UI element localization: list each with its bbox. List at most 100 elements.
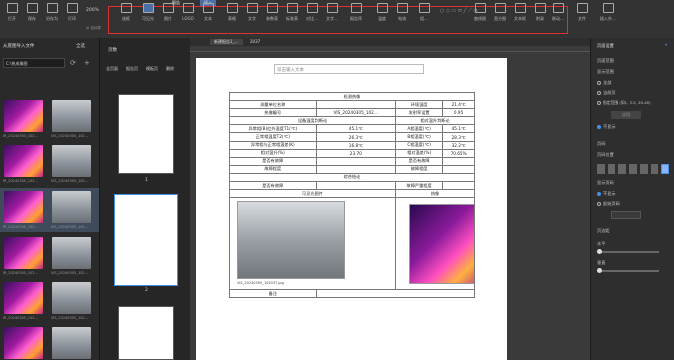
thumb-11[interactable] xyxy=(4,327,43,359)
text-tool[interactable]: 文本 xyxy=(198,3,218,22)
page-thumb-2[interactable] xyxy=(114,194,178,286)
open-button[interactable]: 打开 xyxy=(2,3,22,22)
thermal-photo[interactable] xyxy=(409,204,474,285)
zoom-select[interactable]: 200% xyxy=(86,8,99,13)
cell[interactable]: 70.65% xyxy=(442,148,475,158)
visible-photo[interactable] xyxy=(237,201,345,280)
apply-button[interactable]: 应用 xyxy=(611,111,641,119)
standard-table-tool[interactable]: 标准表 xyxy=(282,3,302,22)
cell[interactable]: 26.3℃ xyxy=(315,132,397,142)
thumb-1[interactable] xyxy=(4,100,43,132)
thumb-6[interactable] xyxy=(52,191,91,223)
page-thumb-1[interactable] xyxy=(118,94,174,174)
radio-no-show[interactable]: 不显示 xyxy=(597,191,616,197)
all-pages-button[interactable]: 全页面 xyxy=(106,66,118,72)
cell[interactable]: 设备温度判断论 xyxy=(228,116,397,126)
cell[interactable]: 45.1℃ xyxy=(442,124,475,134)
cell[interactable]: 故障程度 xyxy=(229,164,317,174)
print-button[interactable]: 打印 xyxy=(62,3,82,22)
appendix-tool[interactable]: 附录 xyxy=(530,3,550,22)
thumb-8[interactable] xyxy=(52,237,91,269)
radio-no-display[interactable]: 不显示 xyxy=(597,124,616,130)
report-page-button[interactable]: 报告页 xyxy=(126,66,138,72)
cell[interactable]: 故障程度 xyxy=(395,164,444,174)
insert-external-button[interactable]: 插入外… xyxy=(594,3,622,22)
refresh-icon[interactable]: ⟳ xyxy=(70,59,76,67)
cell[interactable] xyxy=(315,100,397,110)
report-order-tool[interactable]: 报告序 xyxy=(346,3,366,22)
pos-option[interactable] xyxy=(618,164,627,174)
cell[interactable]: 是否有故障 xyxy=(229,156,317,166)
cell[interactable]: 异常相(B)红外温度T1(℃) xyxy=(229,124,317,134)
cell[interactable]: 32.2℃ xyxy=(442,140,475,150)
textbox-tool[interactable]: 文本框 xyxy=(510,3,530,22)
vertical-slider-handle[interactable] xyxy=(597,268,602,273)
cell[interactable]: 28.3℃ xyxy=(442,132,475,142)
thumb-7[interactable] xyxy=(4,237,43,269)
text-ops-tool[interactable]: 文字… xyxy=(322,3,342,22)
group-tool[interactable]: 组… xyxy=(414,3,434,22)
pos-option[interactable] xyxy=(597,164,605,174)
param-table-tool[interactable]: 参数表 xyxy=(262,3,282,22)
add-icon[interactable]: + xyxy=(84,59,90,67)
report-table[interactable]: 检测热像 测量单位名称 环境温度 21.4℃ 热像编号 VIS_20240305_10… xyxy=(228,91,476,299)
table-tool[interactable]: 表格 xyxy=(222,3,242,22)
save-as-button[interactable]: 另存为 xyxy=(42,3,62,22)
cell[interactable]: 16.8℃ xyxy=(315,140,397,150)
delete-page-button[interactable]: 删除 xyxy=(166,66,174,72)
collapse-icon[interactable]: ▾ xyxy=(665,42,667,47)
vertical-slider-track[interactable] xyxy=(597,270,659,272)
cell[interactable]: 发射率设置 xyxy=(395,108,444,118)
notes-cell[interactable] xyxy=(315,289,476,299)
file-button[interactable]: 文件 xyxy=(572,3,592,22)
words-tool[interactable]: 文字 xyxy=(242,3,262,22)
radio-current[interactable]: 当前页 xyxy=(597,90,616,96)
cell[interactable]: C相温度(℃) xyxy=(395,140,444,150)
thumb-4[interactable] xyxy=(52,145,91,177)
cell[interactable]: 正常相温度T2(℃) xyxy=(229,132,317,142)
path-input[interactable]: C:\热成像图 xyxy=(3,58,65,68)
thumb-3[interactable] xyxy=(4,145,43,177)
radio-custom[interactable]: 指定范围 (如1, 3-5, 20-40) xyxy=(597,100,651,106)
cell[interactable]: 故障严重程度 xyxy=(395,181,444,191)
header-text-input[interactable]: 双击输入文本 xyxy=(274,64,424,74)
cell[interactable]: 是否有故障 xyxy=(395,156,444,166)
horizontal-slider-handle[interactable] xyxy=(597,249,602,254)
thumb-2[interactable] xyxy=(52,100,91,132)
cell[interactable] xyxy=(315,181,397,191)
cell[interactable] xyxy=(442,164,475,174)
histogram-tool[interactable]: 直方图 xyxy=(490,3,510,22)
pos-option-selected[interactable] xyxy=(661,164,669,174)
cell[interactable] xyxy=(442,156,475,166)
visible-light-tool[interactable]: 可见光 xyxy=(138,3,158,22)
doc-tab[interactable]: 新建报告1_… xyxy=(210,39,243,45)
thumb-10[interactable] xyxy=(52,282,91,314)
cell[interactable]: 是否有故障 xyxy=(229,181,317,191)
temperature-tool[interactable]: 温度 xyxy=(372,3,392,22)
cell[interactable]: A相温度(℃) xyxy=(395,124,444,134)
cell[interactable]: 热像编号 xyxy=(229,108,317,118)
cell[interactable]: 0.95 xyxy=(442,108,475,118)
select-tool[interactable]: 选框 xyxy=(116,3,136,22)
cell[interactable]: 异常相与正常相温差(K) xyxy=(229,140,317,150)
current-tool[interactable]: 电流 xyxy=(392,3,412,22)
thumb-12[interactable] xyxy=(52,327,91,359)
cell[interactable] xyxy=(442,181,475,191)
first-page-input[interactable] xyxy=(611,211,641,219)
cell[interactable]: 测量单位名称 xyxy=(229,100,317,110)
page-thumb-3[interactable] xyxy=(118,306,174,360)
cell[interactable]: 相对温升(%) xyxy=(229,148,317,158)
cell[interactable]: 环境温度 xyxy=(395,100,444,110)
radio-all[interactable]: 全部 xyxy=(597,80,611,86)
cell[interactable]: 相对温差(%) xyxy=(395,148,444,158)
cell[interactable]: B相温度(℃) xyxy=(395,132,444,142)
cell[interactable]: 45.1℃ xyxy=(315,124,397,134)
horizontal-slider-track[interactable] xyxy=(597,251,659,253)
pos-option[interactable] xyxy=(607,164,616,174)
doc-tab[interactable]: 2037 xyxy=(250,39,260,44)
cell[interactable]: 21.4℃ xyxy=(442,100,475,110)
cell[interactable]: VIS_20240305_102… xyxy=(315,108,397,118)
cell[interactable]: 23.70 xyxy=(315,148,397,158)
thumb-5[interactable] xyxy=(4,191,43,223)
template-page-button[interactable]: 模板页 xyxy=(146,66,158,72)
